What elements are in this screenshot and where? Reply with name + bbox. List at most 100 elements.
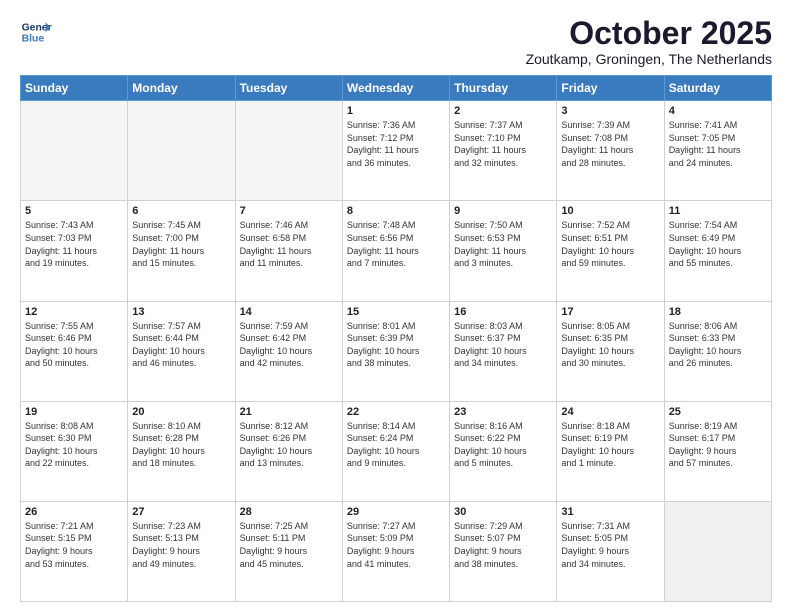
calendar-cell: 20 Sunrise: 8:10 AM Sunset: 6:28 PM Dayli…: [128, 401, 235, 501]
day-number: 19: [25, 406, 123, 418]
month-title: October 2025: [526, 16, 772, 51]
day-info: Sunrise: 8:08 AM Sunset: 6:30 PM Dayligh…: [25, 420, 123, 470]
day-number: 18: [669, 306, 767, 318]
day-info: Sunrise: 8:19 AM Sunset: 6:17 PM Dayligh…: [669, 420, 767, 470]
day-number: 31: [561, 506, 659, 518]
calendar-week-row: 19 Sunrise: 8:08 AM Sunset: 6:30 PM Dayli…: [21, 401, 772, 501]
day-number: 13: [132, 306, 230, 318]
day-info: Sunrise: 8:05 AM Sunset: 6:35 PM Dayligh…: [561, 320, 659, 370]
calendar-cell: 18 Sunrise: 8:06 AM Sunset: 6:33 PM Dayli…: [664, 301, 771, 401]
header-tuesday: Tuesday: [235, 76, 342, 101]
header-sunday: Sunday: [21, 76, 128, 101]
day-info: Sunrise: 7:57 AM Sunset: 6:44 PM Dayligh…: [132, 320, 230, 370]
calendar-cell: 5 Sunrise: 7:43 AM Sunset: 7:03 PM Daylig…: [21, 201, 128, 301]
day-info: Sunrise: 7:45 AM Sunset: 7:00 PM Dayligh…: [132, 219, 230, 269]
calendar-cell: [128, 101, 235, 201]
day-number: 20: [132, 406, 230, 418]
day-number: 1: [347, 105, 445, 117]
day-info: Sunrise: 7:52 AM Sunset: 6:51 PM Dayligh…: [561, 219, 659, 269]
calendar-week-row: 5 Sunrise: 7:43 AM Sunset: 7:03 PM Daylig…: [21, 201, 772, 301]
day-number: 3: [561, 105, 659, 117]
day-info: Sunrise: 7:25 AM Sunset: 5:11 PM Dayligh…: [240, 520, 338, 570]
calendar-cell: 24 Sunrise: 8:18 AM Sunset: 6:19 PM Dayli…: [557, 401, 664, 501]
calendar-cell: 12Sunrise: 7:55 AM Sunset: 6:46 PM Dayli…: [21, 301, 128, 401]
day-number: 28: [240, 506, 338, 518]
header: General Blue October 2025 Zoutkamp, Gron…: [20, 16, 772, 67]
calendar-cell: [235, 101, 342, 201]
day-info: Sunrise: 7:46 AM Sunset: 6:58 PM Dayligh…: [240, 219, 338, 269]
calendar-table: Sunday Monday Tuesday Wednesday Thursday…: [20, 75, 772, 602]
day-number: 17: [561, 306, 659, 318]
calendar-cell: 11Sunrise: 7:54 AM Sunset: 6:49 PM Dayli…: [664, 201, 771, 301]
calendar-cell: 17 Sunrise: 8:05 AM Sunset: 6:35 PM Dayli…: [557, 301, 664, 401]
calendar-cell: 22 Sunrise: 8:14 AM Sunset: 6:24 PM Dayli…: [342, 401, 449, 501]
day-info: Sunrise: 8:18 AM Sunset: 6:19 PM Dayligh…: [561, 420, 659, 470]
day-info: Sunrise: 8:01 AM Sunset: 6:39 PM Dayligh…: [347, 320, 445, 370]
day-number: 12: [25, 306, 123, 318]
day-info: Sunrise: 7:43 AM Sunset: 7:03 PM Dayligh…: [25, 219, 123, 269]
calendar-cell: 25 Sunrise: 8:19 AM Sunset: 6:17 PM Dayli…: [664, 401, 771, 501]
day-info: Sunrise: 7:29 AM Sunset: 5:07 PM Dayligh…: [454, 520, 552, 570]
header-wednesday: Wednesday: [342, 76, 449, 101]
day-info: Sunrise: 7:54 AM Sunset: 6:49 PM Dayligh…: [669, 219, 767, 269]
calendar-cell: 21Sunrise: 8:12 AM Sunset: 6:26 PM Dayli…: [235, 401, 342, 501]
calendar-cell: [21, 101, 128, 201]
day-number: 24: [561, 406, 659, 418]
day-number: 30: [454, 506, 552, 518]
day-info: Sunrise: 8:06 AM Sunset: 6:33 PM Dayligh…: [669, 320, 767, 370]
day-info: Sunrise: 8:03 AM Sunset: 6:37 PM Dayligh…: [454, 320, 552, 370]
calendar-cell: 4Sunrise: 7:41 AM Sunset: 7:05 PM Daylig…: [664, 101, 771, 201]
day-number: 9: [454, 205, 552, 217]
calendar-cell: 31 Sunrise: 7:31 AM Sunset: 5:05 PM Dayli…: [557, 501, 664, 601]
day-number: 27: [132, 506, 230, 518]
day-number: 2: [454, 105, 552, 117]
header-thursday: Thursday: [450, 76, 557, 101]
calendar-week-row: 12Sunrise: 7:55 AM Sunset: 6:46 PM Dayli…: [21, 301, 772, 401]
calendar-cell: 3 Sunrise: 7:39 AM Sunset: 7:08 PM Daylig…: [557, 101, 664, 201]
header-monday: Monday: [128, 76, 235, 101]
day-info: Sunrise: 7:39 AM Sunset: 7:08 PM Dayligh…: [561, 119, 659, 169]
day-info: Sunrise: 7:50 AM Sunset: 6:53 PM Dayligh…: [454, 219, 552, 269]
calendar-cell: 1Sunrise: 7:36 AM Sunset: 7:12 PM Daylig…: [342, 101, 449, 201]
location: Zoutkamp, Groningen, The Netherlands: [526, 51, 772, 67]
day-number: 25: [669, 406, 767, 418]
title-block: October 2025 Zoutkamp, Groningen, The Ne…: [526, 16, 772, 67]
logo: General Blue: [20, 16, 52, 48]
calendar-cell: 23Sunrise: 8:16 AM Sunset: 6:22 PM Dayli…: [450, 401, 557, 501]
day-number: 7: [240, 205, 338, 217]
day-number: 22: [347, 406, 445, 418]
day-number: 8: [347, 205, 445, 217]
day-info: Sunrise: 7:48 AM Sunset: 6:56 PM Dayligh…: [347, 219, 445, 269]
header-friday: Friday: [557, 76, 664, 101]
page: General Blue October 2025 Zoutkamp, Gron…: [0, 0, 792, 612]
day-info: Sunrise: 7:31 AM Sunset: 5:05 PM Dayligh…: [561, 520, 659, 570]
day-info: Sunrise: 8:10 AM Sunset: 6:28 PM Dayligh…: [132, 420, 230, 470]
day-number: 23: [454, 406, 552, 418]
day-info: Sunrise: 8:12 AM Sunset: 6:26 PM Dayligh…: [240, 420, 338, 470]
calendar-cell: 7 Sunrise: 7:46 AM Sunset: 6:58 PM Daylig…: [235, 201, 342, 301]
day-number: 26: [25, 506, 123, 518]
svg-text:Blue: Blue: [22, 34, 45, 45]
day-info: Sunrise: 7:21 AM Sunset: 5:15 PM Dayligh…: [25, 520, 123, 570]
day-info: Sunrise: 8:14 AM Sunset: 6:24 PM Dayligh…: [347, 420, 445, 470]
calendar-cell: 28 Sunrise: 7:25 AM Sunset: 5:11 PM Dayli…: [235, 501, 342, 601]
day-info: Sunrise: 7:37 AM Sunset: 7:10 PM Dayligh…: [454, 119, 552, 169]
day-number: 10: [561, 205, 659, 217]
day-info: Sunrise: 7:59 AM Sunset: 6:42 PM Dayligh…: [240, 320, 338, 370]
calendar-cell: 13 Sunrise: 7:57 AM Sunset: 6:44 PM Dayli…: [128, 301, 235, 401]
day-number: 5: [25, 205, 123, 217]
header-saturday: Saturday: [664, 76, 771, 101]
day-number: 15: [347, 306, 445, 318]
day-number: 6: [132, 205, 230, 217]
day-number: 29: [347, 506, 445, 518]
calendar-cell: 26 Sunrise: 7:21 AM Sunset: 5:15 PM Dayli…: [21, 501, 128, 601]
logo-icon: General Blue: [20, 16, 52, 48]
calendar-cell: 19 Sunrise: 8:08 AM Sunset: 6:30 PM Dayli…: [21, 401, 128, 501]
calendar-cell: [664, 501, 771, 601]
weekday-header-row: Sunday Monday Tuesday Wednesday Thursday…: [21, 76, 772, 101]
calendar-cell: 6 Sunrise: 7:45 AM Sunset: 7:00 PM Daylig…: [128, 201, 235, 301]
day-number: 14: [240, 306, 338, 318]
calendar-cell: 10 Sunrise: 7:52 AM Sunset: 6:51 PM Dayli…: [557, 201, 664, 301]
calendar-week-row: 26 Sunrise: 7:21 AM Sunset: 5:15 PM Dayli…: [21, 501, 772, 601]
calendar-cell: 2 Sunrise: 7:37 AM Sunset: 7:10 PM Daylig…: [450, 101, 557, 201]
